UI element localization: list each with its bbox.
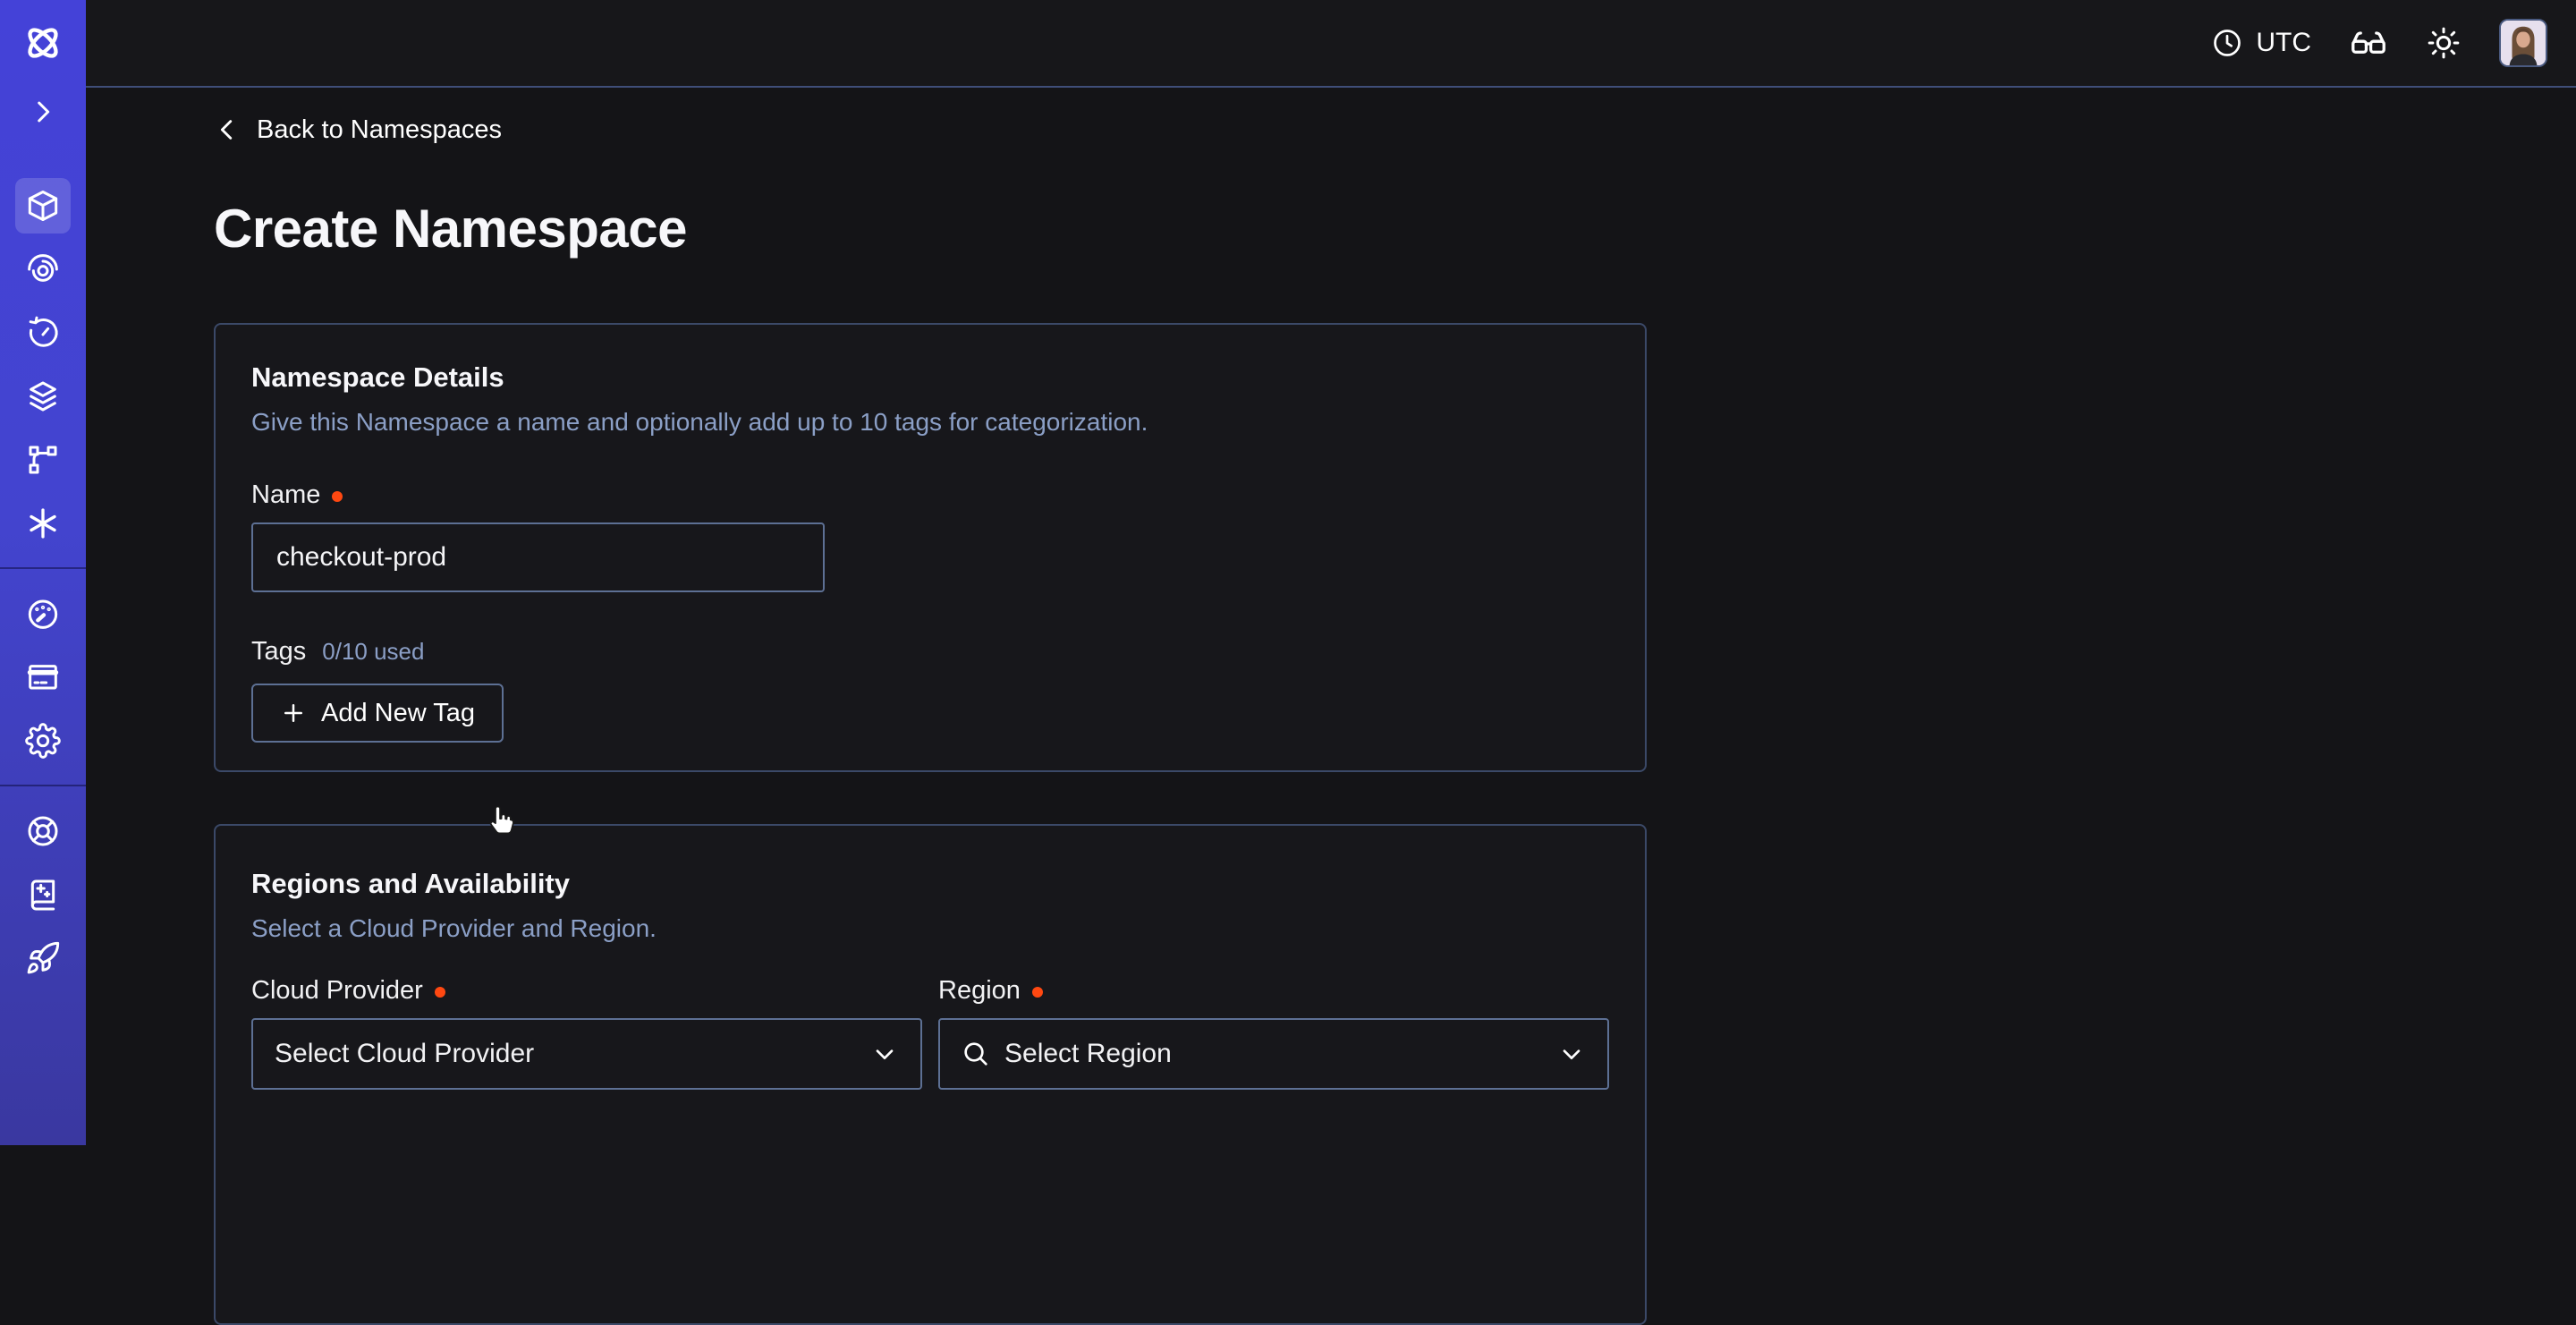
- topbar: UTC: [86, 0, 2576, 88]
- sidebar-item-schedules[interactable]: [15, 305, 71, 361]
- tags-label: Tags: [251, 637, 306, 667]
- gauge-icon: [25, 596, 61, 632]
- sidebar-item-workflows[interactable]: [15, 242, 71, 297]
- region-label: Region: [938, 976, 1021, 1006]
- sidebar-item-settings[interactable]: [15, 713, 71, 769]
- back-link-label: Back to Namespaces: [257, 115, 502, 145]
- chevron-down-icon: [1557, 1040, 1586, 1068]
- glasses-icon: [2349, 23, 2388, 63]
- timezone-button[interactable]: UTC: [2211, 27, 2311, 59]
- theme-toggle-button[interactable]: [2426, 25, 2462, 61]
- page-title: Create Namespace: [214, 198, 2576, 259]
- cloud-provider-placeholder: Select Cloud Provider: [275, 1039, 856, 1069]
- sidebar-item-namespaces[interactable]: [15, 178, 71, 234]
- labs-button[interactable]: [2349, 23, 2388, 63]
- layers-icon: [25, 378, 61, 414]
- namespace-name-input[interactable]: [251, 522, 825, 592]
- timer-icon: [25, 315, 61, 351]
- sidebar-item-billing[interactable]: [15, 650, 71, 705]
- sidebar-item-support[interactable]: [15, 803, 71, 859]
- cube-icon: [25, 188, 61, 224]
- rocket-icon: [25, 940, 61, 976]
- details-card-description: Give this Namespace a name and optionall…: [251, 406, 1609, 438]
- git-branch-icon: [25, 442, 61, 478]
- region-select[interactable]: Select Region: [938, 1018, 1609, 1090]
- spiral-icon: [25, 251, 61, 287]
- sidebar-item-docs[interactable]: [15, 867, 71, 922]
- sidebar-item-deployments[interactable]: [15, 432, 71, 488]
- timezone-label: UTC: [2256, 28, 2311, 58]
- regions-card-description: Select a Cloud Provider and Region.: [251, 913, 1609, 945]
- add-new-tag-button[interactable]: Add New Tag: [251, 684, 504, 743]
- search-icon: [962, 1040, 990, 1068]
- cloud-provider-label: Cloud Provider: [251, 976, 423, 1006]
- sidebar-item-batch-operations[interactable]: [15, 369, 71, 424]
- asterisk-icon: [25, 505, 61, 541]
- temporal-logo[interactable]: [15, 21, 71, 64]
- cloud-provider-select[interactable]: Select Cloud Provider: [251, 1018, 922, 1090]
- sidebar-divider: [0, 567, 86, 569]
- name-label: Name: [251, 480, 320, 510]
- namespace-details-card: Namespace Details Give this Namespace a …: [214, 323, 1647, 772]
- avatar[interactable]: [2499, 19, 2547, 67]
- plus-icon: [280, 700, 307, 726]
- sun-icon: [2426, 25, 2462, 61]
- user-photo: [2501, 21, 2546, 65]
- add-new-tag-label: Add New Tag: [321, 699, 475, 728]
- chevron-left-icon: [214, 116, 241, 143]
- book-sparkles-icon: [25, 877, 61, 913]
- main-content: Back to Namespaces Create Namespace Name…: [86, 0, 2576, 1325]
- required-dot: [1032, 987, 1043, 998]
- clock-icon: [2211, 27, 2243, 59]
- required-dot: [435, 987, 445, 998]
- life-buoy-icon: [25, 813, 61, 849]
- region-placeholder: Select Region: [1004, 1039, 1543, 1069]
- details-card-title: Namespace Details: [251, 361, 1609, 394]
- back-to-namespaces-link[interactable]: Back to Namespaces: [214, 114, 502, 146]
- sidebar-item-nexus[interactable]: [15, 496, 71, 551]
- regions-availability-card: Regions and Availability Select a Cloud …: [214, 824, 1647, 1325]
- gear-icon: [25, 723, 61, 759]
- sidebar-item-usage[interactable]: [15, 586, 71, 641]
- credit-card-icon: [25, 659, 61, 695]
- regions-card-title: Regions and Availability: [251, 867, 1609, 900]
- chevron-down-icon: [870, 1040, 899, 1068]
- sidebar: [0, 0, 86, 1145]
- chevron-right-icon: [28, 97, 58, 127]
- tags-used-counter: 0/10 used: [322, 638, 424, 666]
- sidebar-divider: [0, 785, 86, 786]
- sidebar-expand-button[interactable]: [15, 84, 71, 140]
- required-dot: [332, 491, 343, 502]
- sidebar-item-get-started[interactable]: [15, 930, 71, 986]
